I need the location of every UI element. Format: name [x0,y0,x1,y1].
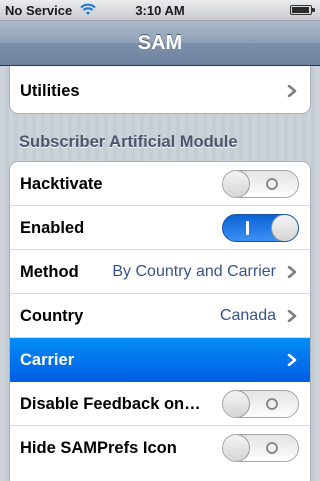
status-time: 3:10 AM [135,3,185,18]
row-value: Canada [219,307,276,324]
hacktivate-switch[interactable] [222,170,299,198]
enabled-switch[interactable] [222,214,299,242]
status-bar: No Service 3:10 AM [0,0,320,21]
chevron-right-icon [287,354,297,366]
utilities-group: Utilities [9,66,311,114]
enabled-row: Enabled [10,206,310,250]
row-label: Country [20,307,84,325]
switch-knob [223,435,250,461]
disable-feedback-switch[interactable] [222,390,299,418]
chevron-right-icon [287,85,297,97]
method-row[interactable]: Method By Country and Carrier [10,250,310,294]
page-title: SAM [137,32,183,54]
off-mark-icon [266,398,278,410]
switch-knob [271,215,298,241]
off-mark-icon [266,442,278,454]
switch-knob [223,391,250,417]
row-label: Hide SAMPrefs Icon [20,439,177,457]
disable-feedback-row: Disable Feedback on… [10,382,310,426]
utilities-row[interactable]: Utilities [10,66,310,113]
hide-samprefs-icon-switch[interactable] [222,434,299,462]
section-header: Subscriber Artificial Module [19,133,238,151]
hide-samprefs-icon-row: Hide SAMPrefs Icon [10,426,310,470]
sam-settings-group: Hacktivate Enabled Method By Country and… [9,161,311,481]
switch-knob [223,171,250,197]
row-label: Hacktivate [20,175,103,193]
row-label: Carrier [20,351,75,369]
on-mark-icon [246,221,249,235]
row-label: Disable Feedback on… [20,395,201,413]
navigation-bar: SAM [0,21,320,66]
country-row[interactable]: Country Canada [10,294,310,338]
row-label: Method [20,263,79,281]
hacktivate-row: Hacktivate [10,162,310,206]
row-label: Enabled [20,219,85,237]
carrier-row[interactable]: Carrier [10,338,310,382]
chevron-right-icon [287,310,297,322]
chevron-right-icon [287,266,297,278]
battery-icon [290,5,315,15]
off-mark-icon [266,178,278,190]
row-value: By Country and Carrier [112,263,276,280]
row-label: Utilities [20,82,80,100]
